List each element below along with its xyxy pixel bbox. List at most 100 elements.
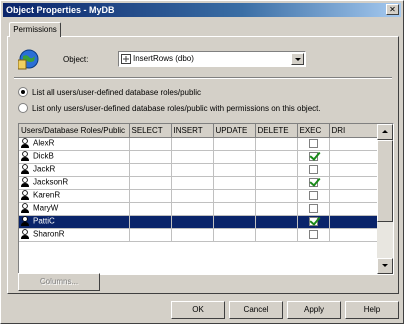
select-cell: [129, 228, 172, 242]
table-row[interactable]: JackR: [19, 163, 378, 177]
user-name: AlexR: [33, 138, 55, 148]
insert-cell: [171, 202, 214, 216]
column-header-users[interactable]: Users/Database Roles/Public: [19, 124, 130, 138]
column-header-delete[interactable]: DELETE: [255, 124, 298, 138]
user-name: SharonR: [33, 229, 65, 239]
delete-cell: [255, 150, 298, 164]
columns-button[interactable]: Columns...: [18, 273, 100, 291]
user-cell[interactable]: AlexR: [19, 137, 130, 151]
user-icon: [21, 164, 29, 174]
dri-cell: [329, 137, 378, 151]
window-title: Object Properties - MyDB: [6, 5, 115, 15]
exec-checkbox[interactable]: [308, 152, 318, 162]
user-name: JacksonR: [33, 177, 69, 187]
grid-body: AlexR DickB JackR JacksonR KarenR MaryW PattiC…: [19, 137, 378, 242]
radio-list-all-label: List all users/user-defined database rol…: [32, 87, 201, 97]
user-icon: [21, 229, 29, 239]
user-cell[interactable]: MaryW: [19, 202, 130, 216]
vertical-scrollbar[interactable]: [377, 124, 393, 274]
radio-list-all-dot[interactable]: [18, 87, 28, 97]
exec-cell[interactable]: [297, 228, 330, 242]
apply-button[interactable]: Apply: [287, 301, 341, 319]
user-cell[interactable]: JackR: [19, 163, 130, 177]
exec-checkbox[interactable]: [308, 204, 318, 214]
table-row[interactable]: AlexR: [19, 137, 378, 151]
exec-checkbox[interactable]: [308, 165, 318, 175]
scroll-up-button[interactable]: [377, 124, 393, 140]
user-cell[interactable]: PattiC: [19, 215, 130, 229]
insert-cell: [171, 189, 214, 203]
radio-list-all[interactable]: List all users/user-defined database rol…: [18, 87, 201, 97]
user-icon: [21, 151, 29, 161]
exec-checkbox[interactable]: [308, 178, 318, 188]
separator: [14, 77, 392, 79]
database-object-icon: [18, 49, 39, 70]
table-row[interactable]: DickB: [19, 150, 378, 164]
exec-cell[interactable]: [297, 189, 330, 203]
object-label: Object:: [63, 55, 89, 64]
table-row[interactable]: MaryW: [19, 202, 378, 216]
column-header-select[interactable]: SELECT: [129, 124, 172, 138]
dri-cell: [329, 176, 378, 190]
dri-cell: [329, 189, 378, 203]
close-icon: ✕: [389, 5, 396, 14]
select-cell: [129, 202, 172, 216]
exec-checkbox[interactable]: [308, 191, 318, 201]
user-icon: [21, 177, 29, 187]
update-cell: [213, 189, 256, 203]
object-select[interactable]: InsertRows (dbo): [118, 51, 306, 67]
scroll-thumb[interactable]: [377, 140, 393, 222]
update-cell: [213, 215, 256, 229]
exec-cell[interactable]: [297, 202, 330, 216]
exec-cell[interactable]: [297, 137, 330, 151]
select-cell: [129, 189, 172, 203]
table-row[interactable]: KarenR: [19, 189, 378, 203]
user-cell[interactable]: JacksonR: [19, 176, 130, 190]
column-header-update[interactable]: UPDATE: [213, 124, 256, 138]
scroll-down-button[interactable]: [377, 258, 393, 274]
column-header-dri[interactable]: DRI: [329, 124, 378, 138]
radio-list-only-dot[interactable]: [18, 103, 28, 113]
table-row[interactable]: JacksonR: [19, 176, 378, 190]
column-header-insert[interactable]: INSERT: [171, 124, 214, 138]
dri-cell: [329, 202, 378, 216]
delete-cell: [255, 189, 298, 203]
exec-checkbox[interactable]: [308, 139, 318, 149]
user-cell[interactable]: DickB: [19, 150, 130, 164]
help-button[interactable]: Help: [345, 301, 399, 319]
exec-cell[interactable]: [297, 163, 330, 177]
update-cell: [213, 137, 256, 151]
column-header-exec[interactable]: EXEC: [297, 124, 330, 138]
exec-cell[interactable]: [297, 215, 330, 229]
update-cell: [213, 202, 256, 216]
dri-cell: [329, 150, 378, 164]
select-cell: [129, 137, 172, 151]
user-icon: [21, 190, 29, 200]
user-name: MaryW: [33, 203, 59, 213]
exec-cell[interactable]: [297, 150, 330, 164]
dri-cell: [329, 215, 378, 229]
user-icon: [21, 203, 29, 213]
radio-list-only[interactable]: List only users/user-defined database ro…: [18, 103, 321, 113]
exec-cell[interactable]: [297, 176, 330, 190]
update-cell: [213, 163, 256, 177]
chevron-down-icon[interactable]: [291, 53, 304, 65]
table-row[interactable]: SharonR: [19, 228, 378, 242]
user-cell[interactable]: KarenR: [19, 189, 130, 203]
cancel-button[interactable]: Cancel: [229, 301, 283, 319]
user-cell[interactable]: SharonR: [19, 228, 130, 242]
exec-checkbox[interactable]: [308, 230, 318, 240]
close-button[interactable]: ✕: [386, 4, 399, 15]
user-name: JackR: [33, 164, 56, 174]
delete-cell: [255, 163, 298, 177]
table-row[interactable]: PattiC: [19, 215, 378, 229]
exec-checkbox[interactable]: [308, 217, 318, 227]
dri-cell: [329, 228, 378, 242]
insert-cell: [171, 176, 214, 190]
update-cell: [213, 228, 256, 242]
select-cell: [129, 176, 172, 190]
tab-permissions[interactable]: Permissions: [9, 22, 61, 37]
insert-cell: [171, 137, 214, 151]
ok-button[interactable]: OK: [171, 301, 225, 319]
permissions-grid: Users/Database Roles/Public SELECT INSER…: [18, 123, 394, 275]
